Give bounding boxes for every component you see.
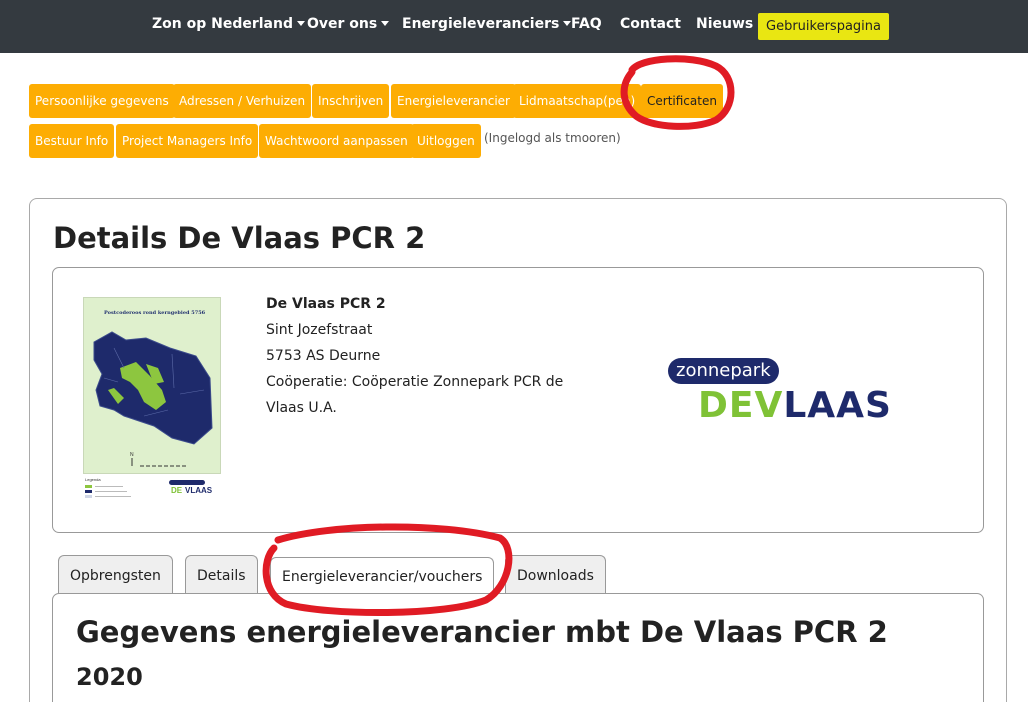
tab-energieleverancier-vouchers[interactable]: Energieleverancier/vouchers	[270, 557, 495, 595]
map-legend-graphic: DE VLAAS	[85, 480, 213, 498]
tab-downloads[interactable]: Downloads	[505, 555, 606, 594]
nav-label: Energieleveranciers	[402, 16, 560, 32]
nav-zon-op-nederland[interactable]: Zon op Nederland	[152, 16, 305, 32]
logo-zonnepark-text: zonnepark	[668, 358, 779, 384]
menu-project-managers-info[interactable]: Project Managers Info	[116, 124, 259, 158]
nav-energieleveranciers[interactable]: Energieleveranciers	[402, 16, 572, 32]
menu-persoonlijke-gegevens[interactable]: Persoonlijke gegevens	[29, 84, 175, 118]
postcode-map-image: Postcoderoos rond kerngebied 5756 N Lege…	[83, 297, 223, 502]
svg-text:DE: DE	[171, 486, 183, 495]
svg-text:VLAAS: VLAAS	[185, 486, 213, 495]
logo-blue-part: LAAS	[783, 385, 892, 426]
project-name: De Vlaas PCR 2	[266, 296, 386, 312]
caret-down-icon	[381, 20, 390, 26]
nav-over-ons[interactable]: Over ons	[307, 16, 390, 32]
menu-inschrijven[interactable]: Inschrijven	[312, 84, 390, 118]
project-postal-city: 5753 AS Deurne	[266, 348, 381, 364]
nav-contact[interactable]: Contact	[620, 16, 681, 32]
caret-down-icon	[297, 20, 305, 26]
logged-in-text: (Ingelogd als tmooren)	[484, 131, 621, 145]
logo-main-text: DEVLAAS	[698, 386, 892, 426]
page-title: Details De Vlaas PCR 2	[53, 221, 426, 255]
map-graphic: N	[93, 331, 213, 467]
project-cooperative: Coöperatie: Coöperatie Zonnepark PCR de	[266, 374, 564, 390]
user-page-button[interactable]: Gebruikerspagina	[758, 13, 889, 40]
nav-label: Over ons	[307, 16, 378, 32]
menu-certificaten[interactable]: Certificaten	[641, 84, 723, 118]
logo-green-part: DEV	[698, 385, 784, 426]
menu-adressen-verhuizen[interactable]: Adressen / Verhuizen	[173, 84, 312, 118]
nav-faq[interactable]: FAQ	[571, 16, 602, 32]
menu-wachtwoord-aanpassen[interactable]: Wachtwoord aanpassen	[259, 124, 414, 158]
project-cooperative-cont: Vlaas U.A.	[266, 400, 337, 416]
menu-energieleverancier[interactable]: Energieleverancier	[391, 84, 516, 118]
nav-nieuws[interactable]: Nieuws	[696, 16, 753, 32]
tab-opbrengsten[interactable]: Opbrengsten	[58, 555, 173, 594]
logout-button[interactable]: Uitloggen	[411, 124, 481, 158]
map-frame: Postcoderoos rond kerngebied 5756 N	[83, 297, 221, 474]
menu-bestuur-info[interactable]: Bestuur Info	[29, 124, 115, 158]
menu-lidmaatschappen[interactable]: Lidmaatschap(pen)	[513, 84, 642, 118]
zonnepark-devlaas-logo: zonnepark DEVLAAS	[668, 358, 891, 428]
tab-details[interactable]: Details	[185, 555, 258, 594]
top-navbar: Zon op Nederland Over ons Energieleveran…	[0, 0, 1028, 53]
panel-year: 2020	[76, 663, 143, 691]
svg-text:N: N	[130, 452, 134, 458]
panel-title: Gegevens energieleverancier mbt De Vlaas…	[76, 615, 888, 649]
project-street: Sint Jozefstraat	[266, 322, 373, 338]
nav-label: Zon op Nederland	[152, 16, 293, 32]
